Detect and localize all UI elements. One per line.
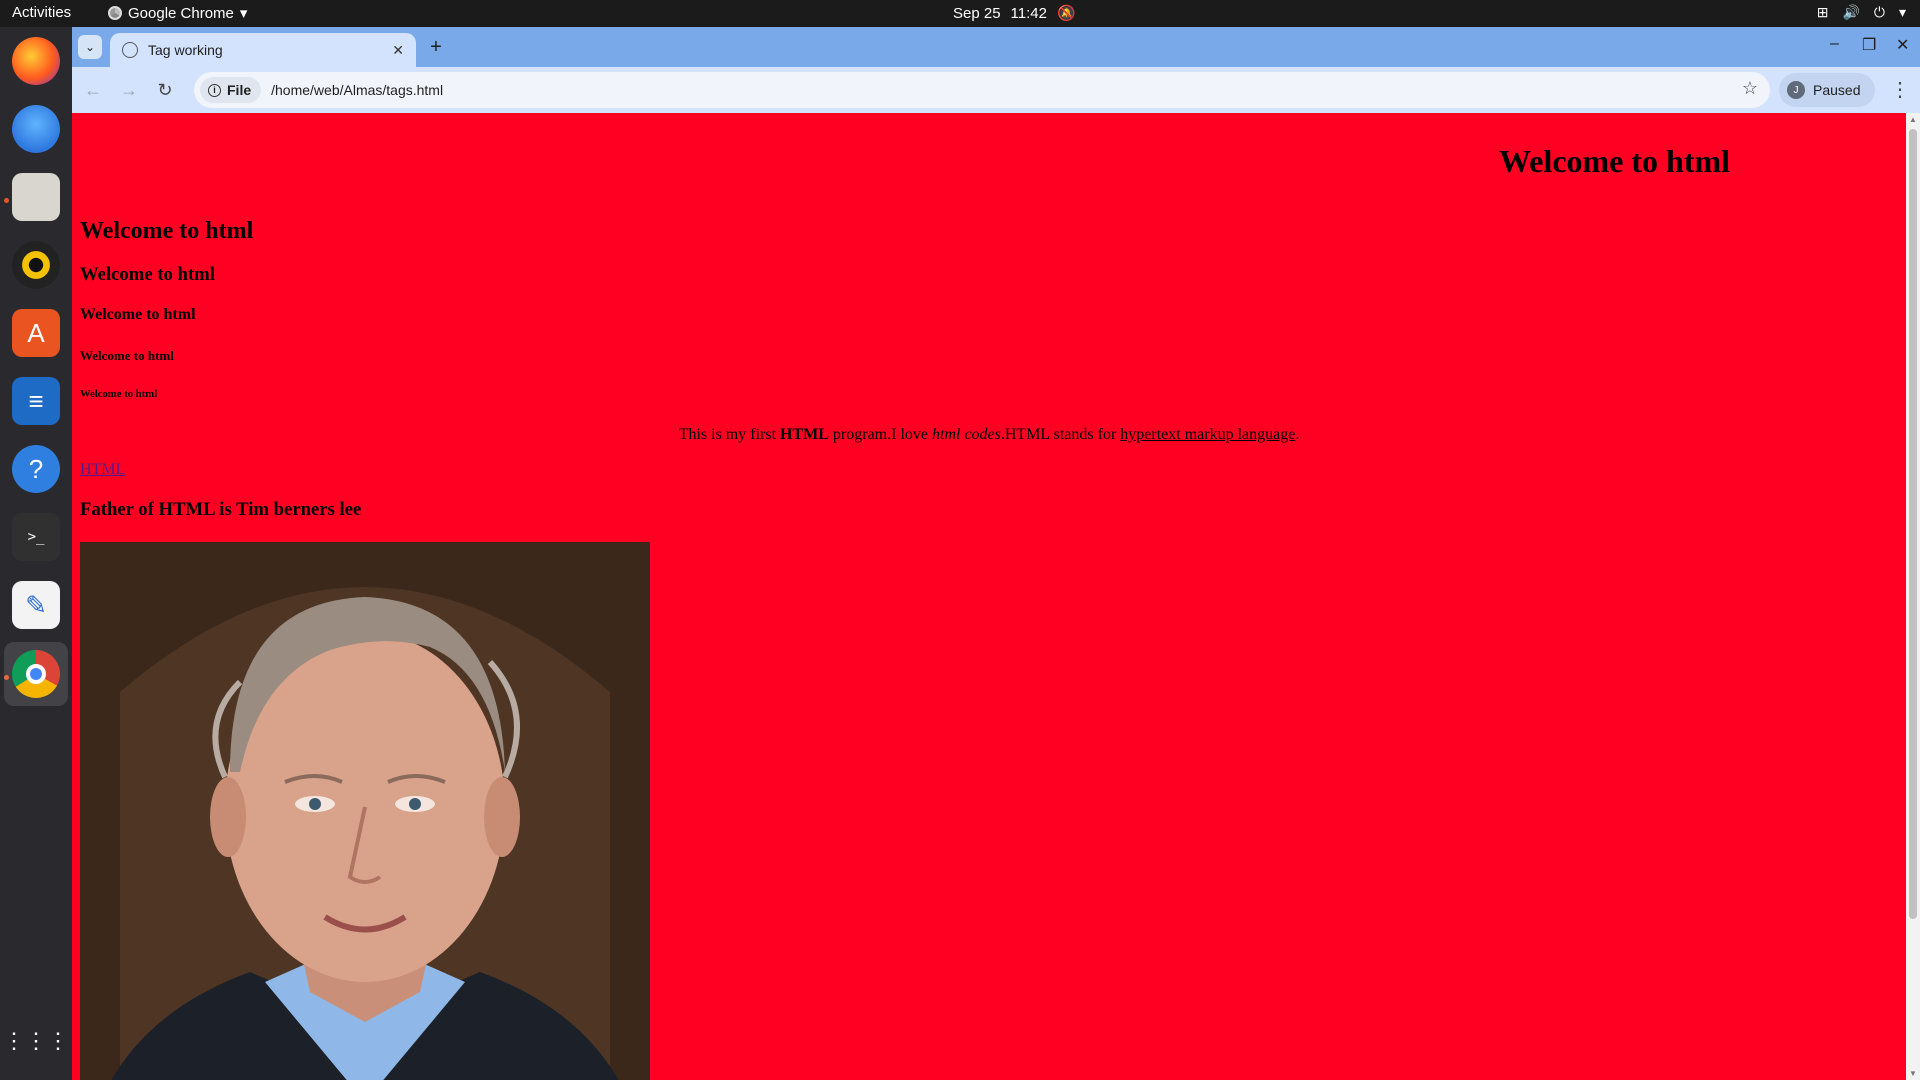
- more-menu-icon[interactable]: ⋮: [1890, 77, 1910, 102]
- text-editor-icon[interactable]: ✎: [12, 581, 60, 629]
- forward-button[interactable]: →: [116, 77, 142, 103]
- clock[interactable]: Sep 25 11:42 🔕: [953, 4, 1076, 23]
- heading-h1: Welcome to html: [80, 218, 254, 244]
- info-icon: i: [208, 83, 221, 97]
- portrait-drawing: [80, 542, 650, 1080]
- profile-button[interactable]: J Paused: [1779, 73, 1875, 107]
- notifications-muted-icon: 🔕: [1056, 5, 1076, 22]
- minimize-icon[interactable]: –: [1830, 35, 1839, 53]
- portrait-image: [80, 542, 650, 1080]
- restore-icon[interactable]: ❐: [1862, 35, 1876, 55]
- heading-h4: Welcome to html: [80, 306, 196, 323]
- chrome-app-icon: [108, 6, 122, 20]
- volume-icon: 🔊: [1842, 4, 1860, 20]
- tab-active[interactable]: Tag working ✕: [110, 33, 416, 67]
- tab-search-button[interactable]: ⌄: [78, 35, 102, 59]
- thunderbird-icon[interactable]: [12, 105, 60, 153]
- heading-h3: Welcome to html: [80, 264, 215, 285]
- tab-strip: ⌄ Tag working ✕ + – ❐ ✕: [72, 27, 1920, 67]
- files-icon[interactable]: [12, 173, 60, 221]
- new-tab-button[interactable]: +: [424, 35, 448, 59]
- chrome-icon[interactable]: [4, 642, 68, 706]
- address-bar[interactable]: i File /home/web/Almas/tags.html ☆: [194, 72, 1770, 108]
- para-text: .: [1295, 426, 1300, 443]
- avatar: J: [1787, 81, 1805, 99]
- caret-down-icon: ▾: [1898, 4, 1906, 20]
- close-window-icon[interactable]: ✕: [1896, 35, 1909, 55]
- tab-close-icon[interactable]: ✕: [392, 42, 404, 59]
- app-menu[interactable]: Google Chrome ▾: [108, 4, 247, 22]
- site-info-label: File: [227, 82, 252, 98]
- activities-button[interactable]: Activities: [12, 4, 71, 21]
- writer-icon[interactable]: ≡: [12, 377, 60, 425]
- app-center-icon[interactable]: A: [12, 309, 60, 357]
- url-text[interactable]: /home/web/Almas/tags.html: [271, 82, 443, 98]
- para-text: .HTML stands for: [1000, 426, 1121, 443]
- para-bold: HTML: [780, 426, 829, 443]
- site-info-chip[interactable]: i File: [200, 77, 262, 103]
- terminal-icon[interactable]: >_: [12, 513, 60, 561]
- clock-time: 11:42: [1010, 4, 1047, 22]
- toolbar: ← → ↻ i File /home/web/Almas/tags.html ☆…: [72, 67, 1920, 113]
- app-menu-label: Google Chrome: [128, 4, 234, 22]
- caret-down-icon: ▾: [239, 5, 248, 22]
- para-text: This is my first: [678, 426, 781, 443]
- para-italic: html codes: [932, 426, 1001, 443]
- power-icon: ⏻: [1873, 4, 1885, 20]
- back-button[interactable]: ←: [80, 77, 106, 103]
- html-link[interactable]: HTML: [80, 461, 125, 479]
- running-indicator: [4, 198, 9, 203]
- clock-date: Sep 25: [953, 4, 1001, 22]
- scrollbar-thumb[interactable]: [1909, 129, 1917, 919]
- tab-title: Tag working: [148, 42, 223, 58]
- system-tray[interactable]: ⊞ 🔊 ⏻ ▾: [1817, 4, 1906, 21]
- network-icon: ⊞: [1816, 4, 1829, 20]
- heading-h5: Welcome to html: [80, 348, 174, 363]
- top-bar: Activities Google Chrome ▾ Sep 25 11:42 …: [0, 0, 1920, 27]
- help-icon[interactable]: ?: [12, 445, 60, 493]
- globe-icon: [122, 42, 138, 58]
- para-text: program.I love: [828, 426, 932, 443]
- scroll-up-icon[interactable]: ▲: [1909, 115, 1917, 124]
- rhythmbox-icon[interactable]: [12, 241, 60, 289]
- bookmark-star-icon[interactable]: ☆: [1742, 78, 1758, 99]
- profile-status: Paused: [1813, 82, 1861, 98]
- heading-h6: Welcome to html: [80, 388, 158, 400]
- page-viewport: Welcome to html Welcome to html Welcome …: [72, 113, 1906, 1080]
- firefox-icon[interactable]: [12, 37, 60, 85]
- hypertext-link[interactable]: hypertext markup language: [1120, 426, 1295, 443]
- chrome-logo-icon: [12, 650, 60, 698]
- father-heading: Father of HTML is Tim berners lee: [80, 499, 362, 520]
- browser-window: ⌄ Tag working ✕ + – ❐ ✕ ← → ↻ i File /ho…: [72, 27, 1920, 1080]
- scroll-down-icon[interactable]: ▼: [1909, 1069, 1917, 1078]
- page-scrollbar[interactable]: ▲ ▼: [1906, 113, 1920, 1080]
- app-grid-icon[interactable]: ⋮⋮⋮: [3, 1017, 69, 1065]
- intro-paragraph: This is my first HTML program.I love htm…: [72, 426, 1906, 444]
- heading-right: Welcome to html: [1499, 143, 1731, 179]
- reload-button[interactable]: ↻: [152, 77, 178, 103]
- dock: A ≡ ? >_ ✎ ⋮⋮⋮: [0, 27, 72, 1080]
